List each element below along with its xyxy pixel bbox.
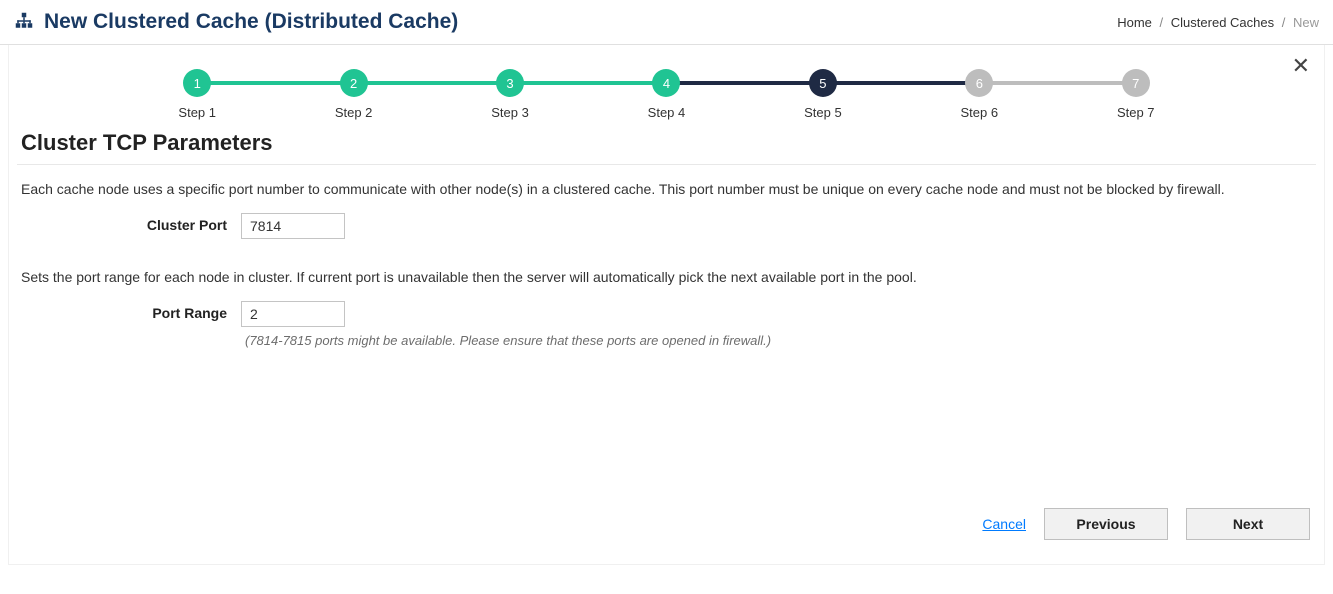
step-label: Step 3 — [491, 105, 529, 120]
page-header: New Clustered Cache (Distributed Cache) … — [0, 0, 1333, 45]
step-label: Step 1 — [178, 105, 216, 120]
title-wrap: New Clustered Cache (Distributed Cache) — [14, 10, 458, 34]
step-circle: 5 — [809, 69, 837, 97]
step-label: Step 7 — [1117, 105, 1155, 120]
previous-button[interactable]: Previous — [1044, 508, 1168, 540]
spacer — [9, 348, 1324, 498]
breadcrumb-sep: / — [1282, 15, 1286, 30]
step-circle: 6 — [965, 69, 993, 97]
step-label: Step 2 — [335, 105, 373, 120]
step-circle: 1 — [183, 69, 211, 97]
step-4[interactable]: 4 Step 4 — [588, 69, 744, 120]
breadcrumb-home[interactable]: Home — [1117, 15, 1152, 30]
breadcrumb-caches[interactable]: Clustered Caches — [1171, 15, 1274, 30]
step-1[interactable]: 1 Step 1 — [119, 69, 275, 120]
step-3[interactable]: 3 Step 3 — [432, 69, 588, 120]
step-bar — [197, 81, 353, 85]
step-5[interactable]: 5 Step 5 — [745, 69, 901, 120]
wizard-footer: Cancel Previous Next — [9, 498, 1324, 550]
step-bar — [979, 81, 1135, 85]
step-circle: 2 — [340, 69, 368, 97]
step-bar — [354, 81, 510, 85]
step-circle: 3 — [496, 69, 524, 97]
step-bar — [666, 81, 822, 85]
port-range-description: Sets the port range for each node in clu… — [17, 253, 1316, 297]
step-bar — [823, 81, 979, 85]
step-label: Step 6 — [961, 105, 999, 120]
port-range-row: Port Range — [17, 297, 1316, 329]
port-range-label: Port Range — [21, 301, 241, 321]
page-title: New Clustered Cache (Distributed Cache) — [44, 10, 458, 34]
step-label: Step 4 — [648, 105, 686, 120]
cluster-port-label: Cluster Port — [21, 213, 241, 233]
cluster-port-control — [241, 213, 345, 239]
step-6[interactable]: 6 Step 6 — [901, 69, 1057, 120]
breadcrumb: Home / Clustered Caches / New — [1117, 15, 1319, 30]
step-bar — [510, 81, 666, 85]
step-2[interactable]: 2 Step 2 — [275, 69, 431, 120]
stepper: 1 Step 1 2 Step 2 3 Step 3 4 Step 4 5 Step 5 6 Step… — [9, 59, 1324, 120]
next-button[interactable]: Next — [1186, 508, 1310, 540]
port-range-hint: (7814-7815 ports might be available. Ple… — [245, 333, 1324, 348]
wizard-panel: ✕ 1 Step 1 2 Step 2 3 Step 3 4 Step 4 5 Step 5 6 St… — [8, 45, 1325, 565]
step-7[interactable]: 7 Step 7 — [1058, 69, 1214, 120]
cluster-port-input[interactable] — [241, 213, 345, 239]
step-label: Step 5 — [804, 105, 842, 120]
port-range-control — [241, 301, 345, 327]
breadcrumb-sep: / — [1160, 15, 1164, 30]
cancel-link[interactable]: Cancel — [982, 516, 1026, 532]
step-circle: 7 — [1122, 69, 1150, 97]
breadcrumb-current: New — [1293, 15, 1319, 30]
close-icon[interactable]: ✕ — [1292, 55, 1310, 77]
cluster-icon — [14, 12, 34, 33]
cluster-port-row: Cluster Port — [17, 209, 1316, 253]
port-range-input[interactable] — [241, 301, 345, 327]
section-title: Cluster TCP Parameters — [17, 120, 1316, 165]
step-circle: 4 — [652, 69, 680, 97]
cluster-port-description: Each cache node uses a specific port num… — [17, 165, 1316, 209]
